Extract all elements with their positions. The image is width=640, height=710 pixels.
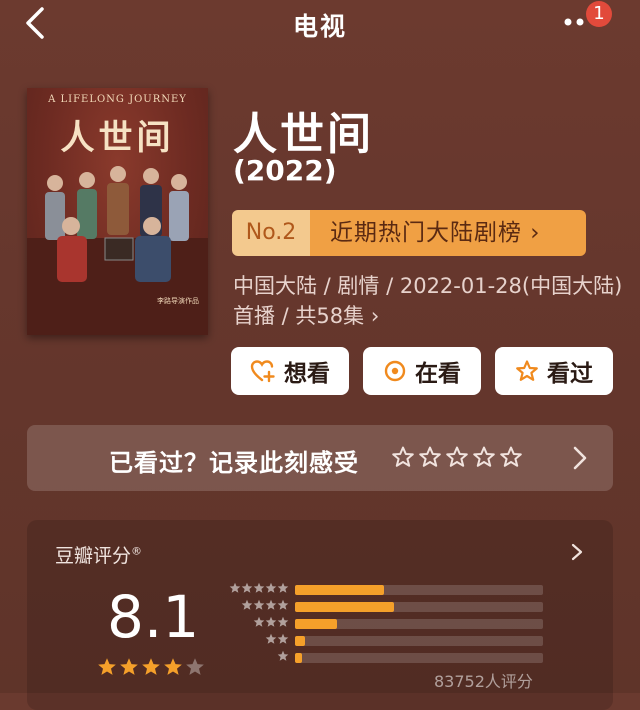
watching-button[interactable]: 在看 xyxy=(363,347,481,395)
distribution-bar xyxy=(295,585,385,595)
star-filled-icon xyxy=(120,658,138,675)
distribution-row xyxy=(223,633,553,648)
watched-button[interactable]: 看过 xyxy=(495,347,613,395)
distribution-track xyxy=(295,585,543,595)
notification-badge: 1 xyxy=(586,1,612,27)
show-meta-info[interactable]: 中国大陆 / 剧情 / 2022-01-28(中国大陆)首播 / 共58集 › xyxy=(233,271,628,331)
chevron-right-icon[interactable] xyxy=(570,542,584,562)
record-prompt: 已看过？记录此刻感受 xyxy=(109,449,359,477)
heart-plus-icon xyxy=(250,360,275,383)
star-empty-icon xyxy=(265,616,277,627)
poster-image[interactable]: 李路导演作品 A LIFELONG JOURNEY 人世间 xyxy=(27,88,208,335)
star-empty-icon xyxy=(241,582,253,593)
star-empty-icon xyxy=(265,633,277,644)
distribution-row xyxy=(223,650,553,665)
row-stars xyxy=(241,599,289,611)
top-bar: 电视 1 xyxy=(0,0,640,50)
distribution-track xyxy=(295,653,543,663)
star-filled-icon xyxy=(164,658,182,675)
star-empty-icon xyxy=(253,582,265,593)
distribution-row xyxy=(223,582,553,597)
row-stars xyxy=(277,650,289,662)
star-outline-icon[interactable] xyxy=(499,445,523,469)
distribution-track xyxy=(295,636,543,646)
star-outline-icon[interactable] xyxy=(445,445,469,469)
watching-label: 在看 xyxy=(415,361,461,387)
star-empty-icon xyxy=(277,599,289,610)
star-outline-icon[interactable] xyxy=(418,445,442,469)
distribution-row xyxy=(223,616,553,631)
row-stars xyxy=(265,633,289,645)
registered-mark: ® xyxy=(131,544,143,558)
star-empty-icon xyxy=(277,616,289,627)
ranking-badge[interactable]: No.2 近期热门大陆剧榜 › xyxy=(232,210,586,256)
douban-rating-card[interactable]: 豆瓣评分® 8.1 83752人评分 xyxy=(27,520,613,710)
distribution-bar xyxy=(295,653,303,663)
show-year: (2022) xyxy=(233,154,337,187)
rating-label: 豆瓣评分® xyxy=(55,544,143,567)
rating-count: 83752人评分 xyxy=(434,672,533,691)
distribution-bar xyxy=(295,619,338,629)
rank-list-name: 近期热门大陆剧榜 › xyxy=(310,210,586,256)
star-empty-icon xyxy=(229,582,241,593)
record-star-rating[interactable] xyxy=(391,445,523,469)
poster-english-title: A LIFELONG JOURNEY xyxy=(48,94,187,105)
distribution-bar xyxy=(295,602,395,612)
star-outline-icon xyxy=(516,360,538,381)
star-empty-icon xyxy=(241,599,253,610)
distribution-track xyxy=(295,619,543,629)
distribution-track xyxy=(295,602,543,612)
watched-label: 看过 xyxy=(547,361,593,387)
distribution-bar xyxy=(295,636,305,646)
star-empty-icon xyxy=(277,650,289,661)
want-to-watch-button[interactable]: 想看 xyxy=(231,347,349,395)
star-empty-icon xyxy=(253,616,265,627)
score-stars xyxy=(97,657,205,677)
row-stars xyxy=(229,582,289,594)
star-empty-icon xyxy=(186,658,204,675)
page-title: 电视 xyxy=(292,12,347,41)
star-outline-icon[interactable] xyxy=(391,445,415,469)
distribution-row xyxy=(223,599,553,614)
star-filled-icon xyxy=(142,658,160,675)
star-empty-icon xyxy=(265,582,277,593)
star-empty-icon xyxy=(253,599,265,610)
star-empty-icon xyxy=(265,599,277,610)
rank-number: No.2 xyxy=(232,210,310,256)
rating-score: 8.1 xyxy=(107,583,200,651)
star-empty-icon xyxy=(277,582,289,593)
star-filled-icon xyxy=(98,658,116,675)
star-empty-icon xyxy=(277,633,289,644)
chevron-right-icon xyxy=(573,446,587,470)
record-feeling-bar[interactable]: 已看过？记录此刻感受 xyxy=(27,425,613,491)
star-outline-icon[interactable] xyxy=(472,445,496,469)
want-label: 想看 xyxy=(284,361,330,387)
svg-text:李路导演作品: 李路导演作品 xyxy=(157,296,199,305)
target-circle-icon xyxy=(384,360,406,382)
poster-chinese-title: 人世间 xyxy=(60,118,175,158)
row-stars xyxy=(253,616,289,628)
show-title: 人世间 xyxy=(233,109,374,160)
